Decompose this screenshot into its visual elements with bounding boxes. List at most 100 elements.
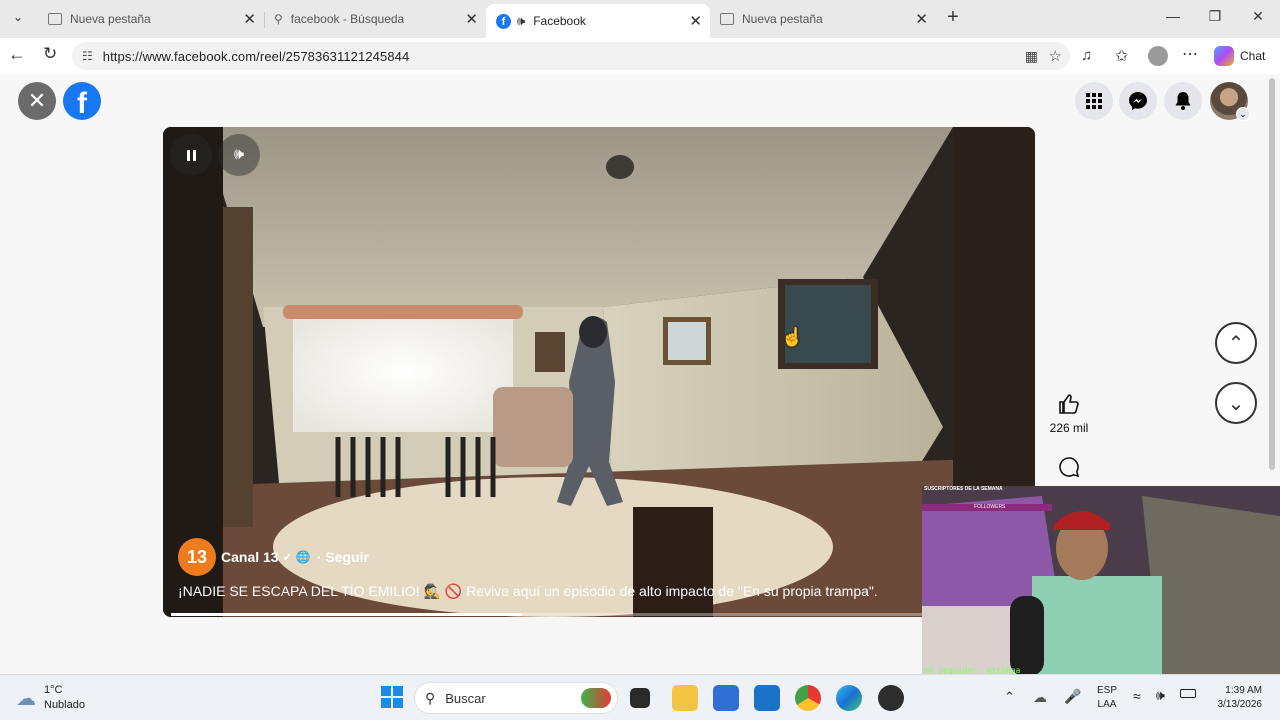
page-icon xyxy=(720,13,734,25)
facebook-logo-icon[interactable]: f xyxy=(63,82,101,120)
more-options-icon[interactable]: ⋯ xyxy=(1182,44,1198,64)
chevron-up-icon: ⌃ xyxy=(1227,332,1245,355)
close-icon[interactable]: ✕ xyxy=(689,12,702,30)
media-control-icon[interactable]: ♫ xyxy=(1081,47,1092,64)
like-button[interactable]: 226 mil xyxy=(1045,392,1093,435)
followers-label: FOLLOWERS xyxy=(974,504,1006,510)
no-entry-emoji-icon: 🚫 xyxy=(444,583,463,599)
wifi-icon[interactable]: ≈ xyxy=(1133,688,1141,704)
copilot-chat-button[interactable]: Chat xyxy=(1214,46,1265,66)
webcam-feed xyxy=(922,486,1280,688)
detective-emoji-icon: 🕵 xyxy=(423,583,442,599)
next-reel-button[interactable]: ⌄ xyxy=(1215,382,1257,424)
tab-list-dropdown[interactable]: ⌄ xyxy=(8,10,28,30)
menu-grid-button[interactable] xyxy=(1075,82,1113,120)
taskbar-search[interactable]: ⚲ Buscar xyxy=(414,682,618,714)
tab-strip: ⌄ Nueva pestaña ✕ ⚲ facebook - Búsqueda … xyxy=(0,0,1280,38)
close-reel-button[interactable]: ✕ xyxy=(18,82,56,120)
tab-label: Nueva pestaña xyxy=(742,12,823,26)
task-view-icon[interactable] xyxy=(630,688,650,708)
webcam-overlay: SUSCRIPTORES DE LA SEMANA FOLLOWERS mo s… xyxy=(922,486,1280,688)
account-chevron-icon[interactable]: ⌄ xyxy=(1236,107,1250,121)
chevron-down-icon: ⌄ xyxy=(1227,392,1245,415)
speaker-icon[interactable]: 🕪 xyxy=(517,13,525,29)
edge-icon[interactable] xyxy=(836,685,862,711)
search-placeholder: Buscar xyxy=(445,690,486,706)
profile-avatar-icon[interactable] xyxy=(1148,46,1168,66)
tab-label: Facebook xyxy=(533,14,586,28)
start-button[interactable] xyxy=(381,686,403,708)
weather-widget[interactable]: ☁ 1°C Nublado xyxy=(16,683,85,713)
window-close-icon[interactable]: ✕ xyxy=(1243,8,1273,25)
tab-nueva-pestana-1[interactable]: Nueva pestaña ✕ xyxy=(38,4,264,34)
close-icon[interactable]: ✕ xyxy=(465,10,478,28)
store-icon[interactable] xyxy=(713,685,739,711)
notifications-button[interactable] xyxy=(1164,82,1202,120)
back-icon[interactable]: ← xyxy=(8,44,26,65)
tab-nueva-pestana-2[interactable]: Nueva pestaña ✕ xyxy=(710,4,936,34)
cloud-icon: ☁ xyxy=(16,687,36,710)
globe-icon: 🌐 xyxy=(295,550,311,564)
chrome-icon[interactable] xyxy=(795,685,821,711)
thumbs-up-icon xyxy=(1059,394,1079,414)
pause-button[interactable] xyxy=(170,134,212,176)
favorites-icon[interactable]: ✩ xyxy=(1115,46,1128,66)
mouse-cursor-icon: ☝ xyxy=(781,327,804,347)
volume-button[interactable]: 🕪 xyxy=(218,134,260,176)
onedrive-icon[interactable]: ☁ xyxy=(1033,689,1047,706)
weather-desc: Nublado xyxy=(44,699,85,711)
clock-time: 1:39 AM xyxy=(1225,685,1262,696)
search-highlight-icon xyxy=(581,688,611,708)
chevron-up-icon[interactable]: ⌃ xyxy=(1004,689,1015,705)
channel-name[interactable]: Canal 13 xyxy=(221,549,279,565)
verified-icon: ✔ xyxy=(282,551,292,564)
file-explorer-icon[interactable] xyxy=(672,685,698,711)
clock[interactable]: 1:39 AM 3/13/2026 xyxy=(1206,684,1263,712)
comment-button[interactable] xyxy=(1057,455,1081,479)
app-icon[interactable] xyxy=(878,685,904,711)
language-indicator[interactable]: ESP LAA xyxy=(1097,684,1117,712)
grid-icon xyxy=(1086,93,1102,109)
tab-facebook[interactable]: f 🕪 Facebook ✕ xyxy=(486,4,710,38)
address-bar[interactable]: ☷ https://www.facebook.com/reel/25783631… xyxy=(72,42,1070,70)
follow-link[interactable]: · Seguir xyxy=(317,549,369,565)
close-icon[interactable]: ✕ xyxy=(243,10,256,28)
browser-toolbar: ← ↻ ☷ https://www.facebook.com/reel/2578… xyxy=(0,38,1280,74)
app-available-icon[interactable]: ▦ xyxy=(1025,48,1038,65)
minimize-icon[interactable]: — xyxy=(1158,8,1188,24)
messenger-button[interactable] xyxy=(1119,82,1157,120)
tab-facebook-busqueda[interactable]: ⚲ facebook - Búsqueda ✕ xyxy=(264,4,486,34)
site-info-icon[interactable]: ☷ xyxy=(82,49,93,63)
copilot-icon xyxy=(1214,46,1234,66)
search-icon: ⚲ xyxy=(425,689,436,706)
page-icon xyxy=(48,13,62,25)
facebook-icon: f xyxy=(496,13,511,29)
tab-label: facebook - Búsqueda xyxy=(290,12,405,26)
microphone-icon[interactable]: 🎤 xyxy=(1064,688,1081,705)
previous-reel-button[interactable]: ⌃ xyxy=(1215,322,1257,364)
page-scrollbar[interactable] xyxy=(1269,78,1275,470)
progress-track[interactable] xyxy=(171,613,1027,616)
channel-avatar[interactable]: 13 xyxy=(178,538,216,576)
progress-fill xyxy=(171,613,522,616)
restore-icon[interactable]: ❐ xyxy=(1200,8,1230,25)
chat-label: Chat xyxy=(1240,49,1266,63)
search-icon: ⚲ xyxy=(274,12,283,26)
messenger-icon xyxy=(1129,92,1147,110)
followers-bar: FOLLOWERS xyxy=(922,504,1052,511)
like-count: 226 mil xyxy=(1049,421,1089,435)
outlook-icon[interactable] xyxy=(754,685,780,711)
new-tab-button[interactable]: + xyxy=(942,6,964,29)
reload-icon[interactable]: ↻ xyxy=(43,44,57,64)
favorite-star-icon[interactable]: ☆ xyxy=(1049,47,1062,65)
url-text: https://www.facebook.com/reel/2578363112… xyxy=(102,48,410,64)
caption-start: ¡NADIE SE ESCAPA DEL TÍO EMILIO! xyxy=(178,583,424,599)
close-icon[interactable]: ✕ xyxy=(915,10,928,28)
reel-caption: ¡NADIE SE ESCAPA DEL TÍO EMILIO! 🕵 🚫 Rev… xyxy=(178,583,878,600)
lang-top: ESP xyxy=(1097,685,1118,696)
volume-icon[interactable]: 🕪 xyxy=(1156,687,1165,704)
battery-icon[interactable] xyxy=(1180,689,1196,698)
reel-video-player[interactable]: 🕪 ☝ 13 Canal 13 ✔ 🌐 · Seguir ¡NADIE SE E… xyxy=(163,127,1035,617)
channel-info: 13 Canal 13 ✔ 🌐 · Seguir xyxy=(178,538,369,576)
pause-icon xyxy=(186,149,196,161)
